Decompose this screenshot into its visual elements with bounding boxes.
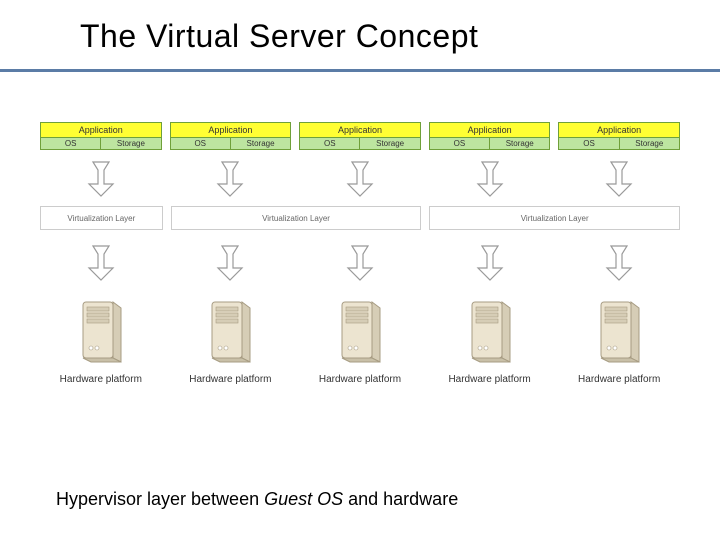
storage-cell: Storage <box>489 138 549 149</box>
hardware-label: Hardware platform <box>578 374 660 385</box>
server-tower-icon <box>593 296 645 368</box>
os-cell: OS <box>41 138 100 149</box>
slide-title: The Virtual Server Concept <box>80 18 720 55</box>
arrow-down-icon <box>345 244 375 282</box>
virtualization-layer-box: Virtualization Layer <box>171 206 422 230</box>
arrow-down-icon <box>86 244 116 282</box>
arrows-app-to-virt <box>40 150 680 206</box>
arrow-down-icon <box>86 160 116 198</box>
arrow-down-icon <box>215 160 245 198</box>
storage-cell: Storage <box>619 138 679 149</box>
arrow-down-icon <box>604 160 634 198</box>
application-box: Application OS Storage <box>558 122 680 150</box>
hardware-col: Hardware platform <box>429 296 551 385</box>
server-tower-icon <box>204 296 256 368</box>
title-underline <box>0 69 720 72</box>
storage-cell: Storage <box>359 138 419 149</box>
hardware-label: Hardware platform <box>448 374 530 385</box>
os-cell: OS <box>430 138 489 149</box>
hardware-label: Hardware platform <box>60 374 142 385</box>
hardware-label: Hardware platform <box>319 374 401 385</box>
application-row: Application OS Storage Application OS St… <box>40 122 680 150</box>
virtualization-row: Virtualization Layer Virtualization Laye… <box>40 206 680 230</box>
app-col: Application OS Storage <box>170 122 292 150</box>
arrow-down-icon <box>475 244 505 282</box>
hardware-col: Hardware platform <box>40 296 162 385</box>
os-cell: OS <box>300 138 359 149</box>
hardware-row: Hardware platform Hardware platform <box>40 296 680 385</box>
application-header: Application <box>171 123 291 138</box>
app-col: Application OS Storage <box>299 122 421 150</box>
application-header: Application <box>300 123 420 138</box>
arrow-down-icon <box>215 244 245 282</box>
hardware-label: Hardware platform <box>189 374 271 385</box>
arrow-down-icon <box>475 160 505 198</box>
caption-text-suffix: and hardware <box>343 489 458 509</box>
app-col: Application OS Storage <box>40 122 162 150</box>
virtualization-layer-box: Virtualization Layer <box>429 206 680 230</box>
server-tower-icon <box>464 296 516 368</box>
storage-cell: Storage <box>100 138 160 149</box>
application-box: Application OS Storage <box>429 122 551 150</box>
virtualization-layer-box: Virtualization Layer <box>40 206 163 230</box>
caption-text-prefix: Hypervisor layer between <box>56 489 264 509</box>
application-box: Application OS Storage <box>40 122 162 150</box>
slide-caption: Hypervisor layer between Guest OS and ha… <box>56 489 458 510</box>
application-box: Application OS Storage <box>170 122 292 150</box>
app-col: Application OS Storage <box>429 122 551 150</box>
arrows-virt-to-hw <box>40 234 680 290</box>
hardware-col: Hardware platform <box>558 296 680 385</box>
arrow-down-icon <box>345 160 375 198</box>
application-header: Application <box>430 123 550 138</box>
os-cell: OS <box>171 138 230 149</box>
app-col: Application OS Storage <box>558 122 680 150</box>
diagram-area: Application OS Storage Application OS St… <box>40 122 680 462</box>
application-header: Application <box>41 123 161 138</box>
arrow-down-icon <box>604 244 634 282</box>
os-cell: OS <box>559 138 618 149</box>
storage-cell: Storage <box>230 138 290 149</box>
application-box: Application OS Storage <box>299 122 421 150</box>
server-tower-icon <box>75 296 127 368</box>
server-tower-icon <box>334 296 386 368</box>
caption-text-italic: Guest OS <box>264 489 343 509</box>
hardware-col: Hardware platform <box>299 296 421 385</box>
hardware-col: Hardware platform <box>170 296 292 385</box>
application-header: Application <box>559 123 679 138</box>
